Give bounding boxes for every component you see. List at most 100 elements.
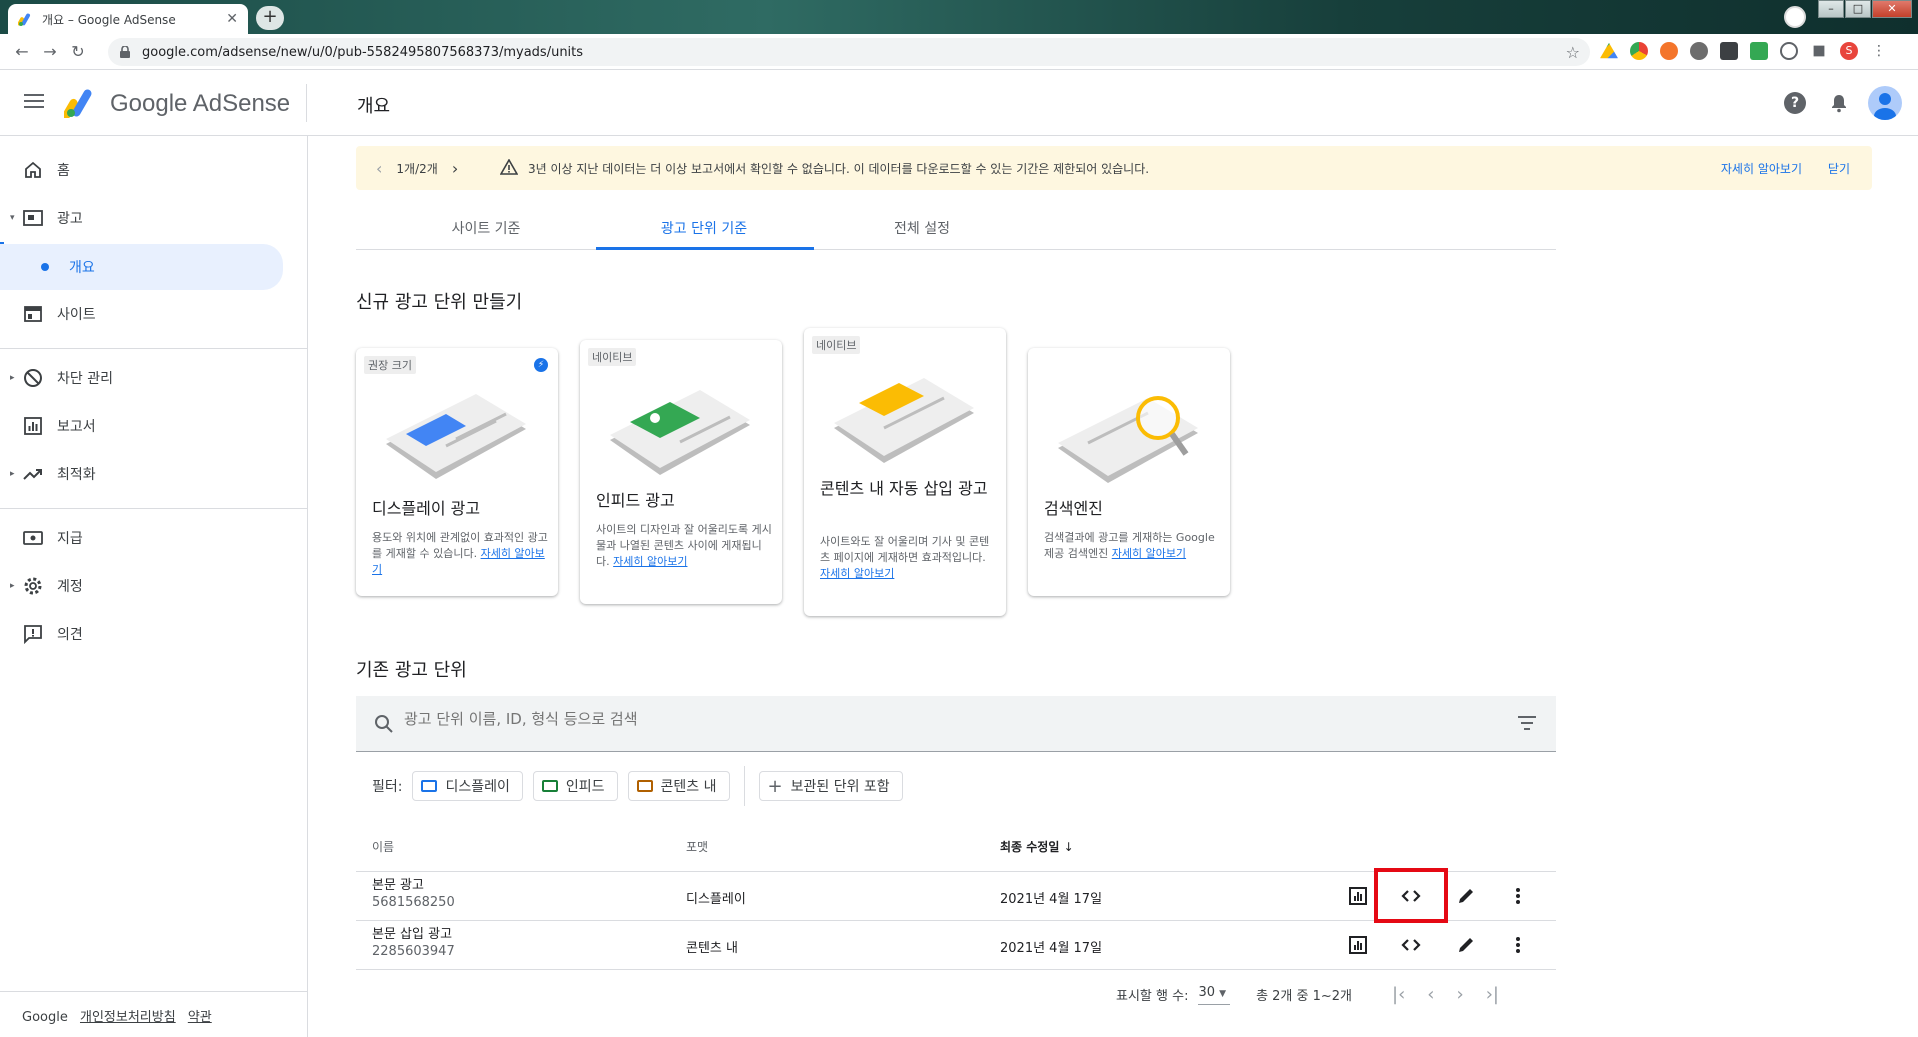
dropdown-arrow-icon: ▼ [1219, 988, 1227, 999]
gear-extension-icon[interactable] [1690, 42, 1708, 60]
prev-page-icon[interactable]: ‹ [1427, 984, 1434, 1005]
in-article-format-icon [636, 780, 653, 792]
table-header: 이름 포맷 최종 수정일 ↓ [356, 818, 1556, 872]
sidebar-item-feedback[interactable]: 의견 [0, 614, 300, 654]
green-extension-icon[interactable] [1750, 42, 1768, 60]
report-chart-icon[interactable] [1346, 933, 1370, 957]
include-archived-button[interactable]: + 보관된 단위 포함 [758, 771, 903, 801]
expand-arrow-icon[interactable]: ▸ [10, 469, 15, 479]
browser-tab[interactable]: 개요 – Google AdSense ✕ [8, 4, 248, 34]
sidebar-item-label: 사이트 [57, 307, 96, 323]
banner-text: 3년 이상 지난 데이터는 더 이상 보고서에서 확인할 수 없습니다. 이 데… [528, 161, 1150, 176]
rows-per-page-select[interactable]: 30 ▼ [1198, 985, 1231, 1005]
ad-unit-name[interactable]: 본문 광고 [372, 877, 455, 894]
sidebar-item-account[interactable]: ▸ 계정 [0, 566, 300, 606]
learn-more-link[interactable]: 자세히 알아보기 [1112, 547, 1186, 560]
learn-more-link[interactable]: 자세히 알아보기 [820, 567, 894, 580]
maximize-button[interactable]: □ [1845, 0, 1871, 18]
view-tabs: 사이트 기준 광고 단위 기준 전체 설정 [356, 206, 1556, 250]
sidebar-item-payments[interactable]: 지급 [0, 518, 300, 558]
sidebar-item-reports[interactable]: 보고서 [0, 406, 300, 446]
browser-tab-strip: 개요 – Google AdSense ✕ + – □ ✕ [0, 0, 1918, 34]
learn-more-link[interactable]: 자세히 알아보기 [1721, 160, 1802, 177]
account-avatar[interactable] [1868, 86, 1902, 120]
report-chart-icon[interactable] [1346, 884, 1370, 908]
filter-chip-infeed[interactable]: 인피드 [532, 771, 618, 801]
sidebar-item-overview[interactable]: 개요 [0, 244, 283, 290]
edit-pencil-icon[interactable] [1454, 933, 1478, 957]
prev-notice-icon[interactable]: ‹ [376, 159, 382, 178]
filter-chip-display[interactable]: 디스플레이 [412, 771, 523, 801]
google-wordmark: Google [22, 1010, 68, 1025]
more-vert-icon[interactable]: ⋮ [1870, 42, 1888, 60]
expand-arrow-icon[interactable]: ▾ [10, 213, 15, 223]
banner-message: 3년 이상 지난 데이터는 더 이상 보고서에서 확인할 수 없습니다. 이 데… [499, 157, 1150, 178]
learn-more-link[interactable]: 자세히 알아보기 [613, 555, 687, 568]
dismiss-banner-button[interactable]: 닫기 [1828, 160, 1850, 177]
sidebar-item-home[interactable]: 홈 [0, 150, 300, 190]
notice-page-count: 1개/2개 [396, 161, 438, 176]
close-tab-icon[interactable]: ✕ [226, 11, 238, 27]
infeed-format-icon [541, 780, 558, 792]
table-pager: 표시할 행 수: 30 ▼ 총 2개 중 1~2개 |‹ ‹ › ›| [1116, 984, 1499, 1005]
warning-icon [499, 157, 519, 178]
close-window-button[interactable]: ✕ [1872, 0, 1912, 18]
help-icon[interactable]: ? [1784, 92, 1806, 114]
minimize-button[interactable]: – [1818, 0, 1844, 18]
globe-extension-icon[interactable] [1780, 42, 1798, 60]
sidebar-item-optimization[interactable]: ▸ 최적화 [0, 454, 300, 494]
display-ad-card[interactable]: 권장 크기 ⚡ 디스플레이 광고 용도와 위치에 관계없이 효과적인 광고를 게… [356, 348, 558, 596]
ad-unit-modified: 2021년 4월 17일 [1000, 941, 1103, 956]
bookmark-star-icon[interactable]: ☆ [1566, 43, 1580, 62]
ad-unit-format: 콘텐츠 내 [686, 941, 738, 956]
expand-arrow-icon[interactable]: ▸ [10, 581, 15, 591]
sidebar-item-sites[interactable]: 사이트 [0, 294, 300, 334]
ad-unit-name[interactable]: 본문 삽입 광고 [372, 926, 455, 943]
ad-units-table: 이름 포맷 최종 수정일 ↓ 본문 광고 5681568250 디스플레이 20… [356, 818, 1556, 970]
infeed-ad-card[interactable]: 네이티브 인피드 광고 사이트의 디자인과 잘 어울리도록 게시물과 나열된 콘… [580, 340, 782, 604]
get-code-icon[interactable] [1399, 884, 1423, 908]
search-input[interactable] [404, 710, 1404, 728]
ads-icon [22, 207, 44, 229]
search-engine-card[interactable]: 검색엔진 검색결과에 광고를 게재하는 Google 제공 검색엔진 자세히 알… [1028, 348, 1230, 596]
google-drive-extension-icon[interactable] [1600, 42, 1618, 59]
filter-list-icon[interactable] [1518, 716, 1536, 734]
next-page-icon[interactable]: › [1456, 984, 1463, 1005]
last-page-icon[interactable]: ›| [1486, 984, 1499, 1005]
new-tab-button[interactable]: + [256, 6, 284, 30]
reload-icon[interactable]: ↻ [64, 42, 92, 61]
orange-extension-icon[interactable] [1660, 42, 1678, 60]
column-header-modified[interactable]: 최종 수정일 ↓ [1000, 838, 1074, 855]
in-article-ad-card[interactable]: 네이티브 콘텐츠 내 자동 삽입 광고 사이트와도 잘 어울리며 기사 및 콘텐… [804, 328, 1006, 616]
more-vert-icon[interactable] [1506, 933, 1530, 957]
profile-menu-icon[interactable] [1784, 6, 1806, 28]
menu-icon[interactable] [24, 94, 44, 112]
filter-chip-in-article[interactable]: 콘텐츠 내 [627, 771, 730, 801]
forward-arrow-icon[interactable]: → [36, 42, 64, 61]
first-page-icon[interactable]: |‹ [1392, 984, 1405, 1005]
edit-pencil-icon[interactable] [1454, 884, 1478, 908]
back-arrow-icon[interactable]: ← [8, 42, 36, 61]
column-header-name[interactable]: 이름 [372, 838, 394, 855]
tab-global-settings[interactable]: 전체 설정 [814, 218, 1030, 238]
address-bar[interactable]: google.com/adsense/new/u/0/pub-558249580… [108, 38, 1590, 66]
expand-arrow-icon[interactable]: ▸ [10, 373, 15, 383]
notifications-bell-icon[interactable] [1828, 92, 1850, 114]
tab-by-ad-unit[interactable]: 광고 단위 기준 [596, 218, 812, 238]
privacy-link[interactable]: 개인정보처리방침 [80, 1010, 176, 1025]
display-ad-illustration [386, 394, 526, 479]
tab-by-site[interactable]: 사이트 기준 [378, 218, 594, 238]
column-header-format[interactable]: 포맷 [686, 838, 708, 855]
chrome-extension-icon[interactable] [1630, 42, 1648, 60]
se-extension-icon[interactable] [1720, 42, 1738, 60]
more-vert-icon[interactable] [1506, 884, 1530, 908]
ad-unit-format: 디스플레이 [686, 892, 746, 907]
terms-link[interactable]: 약관 [188, 1010, 212, 1025]
user-avatar-s[interactable]: S [1840, 42, 1858, 60]
sidebar-item-label: 개요 [69, 260, 95, 276]
get-code-icon[interactable] [1399, 933, 1423, 957]
next-notice-icon[interactable]: › [452, 159, 458, 178]
puzzle-extension-icon[interactable] [1813, 45, 1825, 57]
sidebar-item-blocking[interactable]: ▸ 차단 관리 [0, 358, 300, 398]
sidebar-item-ads[interactable]: ▾ 광고 [0, 198, 300, 238]
